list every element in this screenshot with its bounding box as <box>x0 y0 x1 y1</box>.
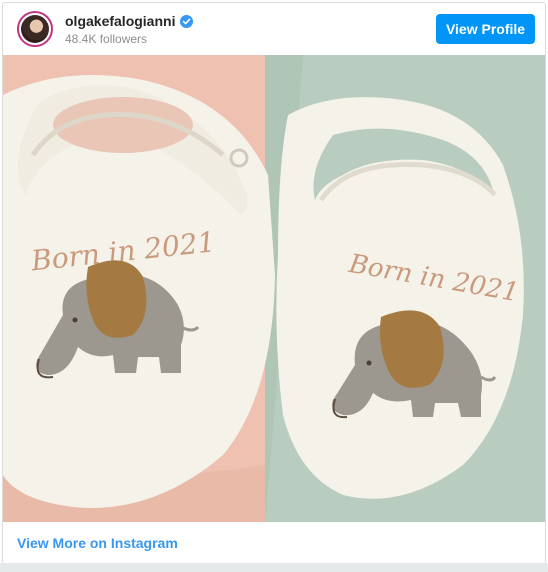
username-row[interactable]: olgakefalogianni <box>65 13 194 29</box>
avatar-image <box>21 15 49 43</box>
verified-badge-icon <box>180 14 194 28</box>
post-image[interactable]: Born in 2021 Born in 2021 <box>3 55 545 522</box>
instagram-embed: olgakefalogianni 48.4K followers View Pr… <box>2 2 546 564</box>
follower-count: 48.4K followers <box>65 32 148 46</box>
post-header: olgakefalogianni 48.4K followers View Pr… <box>3 3 545 55</box>
username[interactable]: olgakefalogianni <box>65 13 175 29</box>
view-more-on-instagram-link[interactable]: View More on Instagram <box>17 535 178 551</box>
bottom-strip <box>0 563 548 572</box>
bibs-photo: Born in 2021 Born in 2021 <box>3 55 545 522</box>
view-profile-button[interactable]: View Profile <box>436 14 535 44</box>
avatar[interactable] <box>17 11 53 47</box>
